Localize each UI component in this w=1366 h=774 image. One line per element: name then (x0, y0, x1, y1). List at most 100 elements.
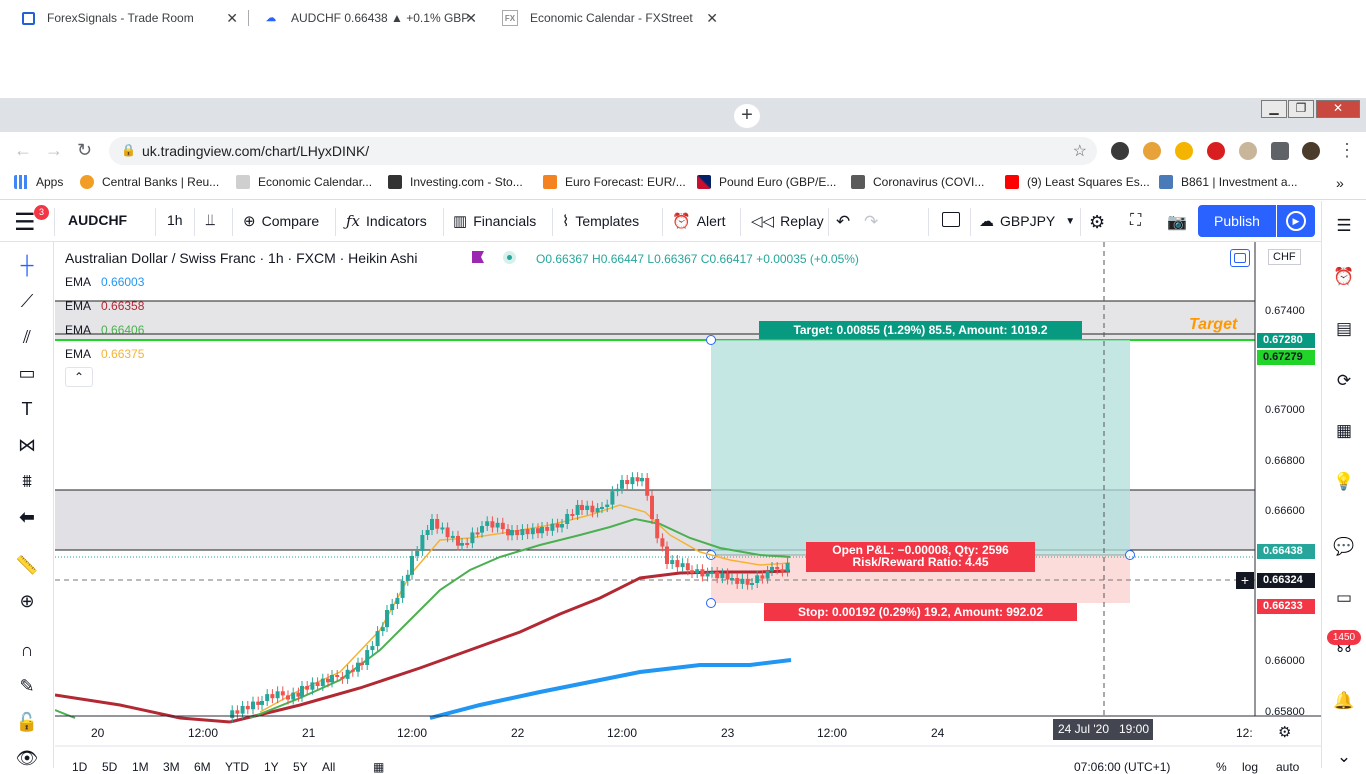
maximize-button[interactable]: ❐ (1288, 100, 1314, 118)
publish-video-button[interactable]: ▶ (1277, 205, 1315, 237)
ema-legend-3[interactable]: EMA 0.66406 (62, 319, 144, 341)
timeframe-1y[interactable]: 1Y (264, 760, 279, 774)
stay-in-drawing-icon[interactable]: ✎ (14, 673, 40, 699)
extensions-puzzle-icon[interactable] (1271, 142, 1289, 160)
watchlist-icon[interactable]: ☰ (1331, 213, 1357, 239)
bookmark-investing[interactable]: Investing.com - Sto... (388, 175, 523, 189)
trend-line-tool-icon[interactable]: ⟋ (14, 288, 40, 314)
utc-clock[interactable]: 07:06:00 (UTC+1) (1074, 760, 1170, 774)
data-window-icon[interactable]: ▤ (1331, 316, 1357, 342)
profile-avatar[interactable] (1302, 142, 1320, 160)
settings-gear-icon[interactable]: ⚙ (1089, 212, 1105, 233)
currency-badge[interactable]: CHF (1268, 249, 1301, 265)
bell-icon[interactable]: 🔔 (1331, 688, 1357, 714)
close-tab-icon[interactable]: ✕ (706, 10, 718, 27)
rectangle-tool-icon[interactable]: ▭ (14, 360, 40, 386)
chat-icon[interactable]: 💬 (1331, 534, 1357, 560)
layout-icon[interactable] (942, 212, 960, 227)
position-target-zone[interactable] (711, 340, 1130, 555)
auto-toggle[interactable]: auto (1276, 760, 1299, 774)
timeframe-ytd[interactable]: YTD (225, 760, 249, 774)
alert-button[interactable]: ⏰ Alert (672, 212, 725, 230)
saved-layout-selector[interactable]: ☁ GBPJPY ▼ (979, 212, 1075, 230)
percent-toggle[interactable]: % (1216, 760, 1227, 774)
extension-icon[interactable] (1239, 142, 1257, 160)
bookmark-star-icon[interactable]: ☆ (1073, 141, 1087, 161)
position-handle[interactable] (1125, 550, 1135, 560)
interval-selector[interactable]: 1h (167, 212, 183, 228)
camera-icon[interactable]: 📷 (1167, 212, 1187, 232)
new-tab-button[interactable]: + (734, 104, 760, 128)
auto-scale-icon[interactable] (1230, 249, 1250, 267)
chart-canvas[interactable] (55, 242, 1321, 768)
close-tab-icon[interactable]: ✕ (465, 10, 477, 27)
legend-collapse-button[interactable]: ⌃ (65, 367, 93, 387)
timeframe-3m[interactable]: 3M (163, 760, 180, 774)
hamburger-menu-icon[interactable]: ☰ (14, 208, 36, 237)
extension-icon[interactable] (1143, 142, 1161, 160)
omnibox[interactable]: 🔒 uk.tradingview.com/chart/LHyxDINK/ ☆ (109, 137, 1097, 165)
log-toggle[interactable]: log (1242, 760, 1258, 774)
ema-legend-4[interactable]: EMA 0.66375 (62, 343, 144, 365)
timeframe-6m[interactable]: 6M (194, 760, 211, 774)
bookmark-economic-calendar[interactable]: Economic Calendar... (236, 175, 372, 189)
bookmark-central-banks[interactable]: Central Banks | Reu... (80, 175, 219, 189)
position-handle[interactable] (706, 598, 716, 608)
extension-icon[interactable] (1175, 142, 1193, 160)
timeframe-1m[interactable]: 1M (132, 760, 149, 774)
magnet-icon[interactable]: ∩ (14, 637, 40, 663)
hide-drawings-icon[interactable]: 👁 (14, 745, 40, 771)
target-label[interactable]: Target: 0.00855 (1.29%) 85.5, Amount: 10… (759, 321, 1082, 339)
hotlists-icon[interactable]: ⟳ (1331, 368, 1357, 394)
position-handle[interactable] (706, 335, 716, 345)
calendar-icon[interactable]: ▦ (1331, 418, 1357, 444)
extension-opera-icon[interactable] (1207, 142, 1225, 160)
bookmark-apps[interactable]: Apps (14, 175, 63, 189)
undo-icon[interactable]: ↶ (836, 212, 850, 232)
close-tab-icon[interactable]: ✕ (226, 10, 238, 27)
ema-legend-1[interactable]: EMA 0.66003 (62, 271, 144, 293)
alerts-clock-icon[interactable]: ⏰ (1331, 264, 1357, 290)
expand-panel-icon[interactable]: ⌄ (1331, 744, 1357, 770)
browser-menu-icon[interactable]: ⋮ (1338, 140, 1356, 161)
tab-forexsignals[interactable]: ForexSignals - Trade Room ✕ (8, 2, 248, 34)
bookmark-coronavirus[interactable]: Coronavirus (COVI... (851, 175, 984, 189)
streams-icon[interactable]: ▭ (1331, 585, 1357, 611)
bookmark-euro-forecast[interactable]: Euro Forecast: EUR/... (543, 175, 686, 189)
crosshair-tool-icon[interactable]: ┼ (14, 252, 40, 278)
bookmarks-overflow-icon[interactable]: » (1336, 175, 1344, 191)
text-tool-icon[interactable]: T (14, 396, 40, 422)
reload-button[interactable]: ↻ (77, 140, 92, 161)
lock-drawings-icon[interactable]: 🔓 (14, 709, 40, 735)
minimize-button[interactable]: ▁ (1261, 100, 1287, 118)
timeframe-all[interactable]: All (322, 760, 335, 774)
pitchfork-tool-icon[interactable]: ⫽ (14, 324, 40, 350)
templates-button[interactable]: ⌇ Templates (562, 212, 639, 230)
bookmark-least-squares[interactable]: (9) Least Squares Es... (1005, 175, 1150, 189)
tab-fxstreet[interactable]: FX Economic Calendar - FXStreet ✕ (488, 2, 728, 34)
timeframe-1d[interactable]: 1D (72, 760, 87, 774)
ema-legend-2[interactable]: EMA 0.66358 (62, 295, 144, 317)
window-close-button[interactable]: ✕ (1316, 100, 1360, 118)
goto-date-icon[interactable]: ▦ (373, 760, 384, 774)
replay-button[interactable]: ◁◁ Replay (751, 212, 824, 230)
redo-icon[interactable]: ↷ (864, 212, 878, 232)
financials-button[interactable]: ▥ Financials (453, 212, 536, 230)
publish-button[interactable]: Publish (1198, 205, 1276, 237)
settings-gear-icon[interactable]: ⚙ (1278, 723, 1291, 741)
chart-pane[interactable] (55, 242, 1321, 768)
back-arrow-icon[interactable]: ⬅ (14, 504, 40, 530)
bookmark-b861[interactable]: B861 | Investment a... (1159, 175, 1298, 189)
zoom-in-icon[interactable]: ⊕ (14, 588, 40, 614)
pnl-label[interactable]: Open P&L: −0.00008, Qty: 2596 Risk/Reward… (806, 542, 1035, 572)
timeframe-5d[interactable]: 5D (102, 760, 117, 774)
stop-label[interactable]: Stop: 0.00192 (0.29%) 19.2, Amount: 992.… (764, 603, 1077, 621)
fullscreen-icon[interactable]: ⛶ (1130, 212, 1141, 230)
add-plus-icon[interactable]: + (1236, 572, 1254, 589)
bookmark-pound-euro[interactable]: Pound Euro (GBP/E... (697, 175, 836, 189)
extension-k-icon[interactable] (1111, 142, 1129, 160)
pattern-tool-icon[interactable]: ⋈ (14, 432, 40, 458)
compare-button[interactable]: ⊕ Compare (243, 212, 319, 230)
tab-tradingview[interactable]: ☁ AUDCHF 0.66438 ▲ +0.1% GBPJP ✕ (249, 2, 487, 34)
forward-button[interactable]: → (45, 140, 63, 161)
